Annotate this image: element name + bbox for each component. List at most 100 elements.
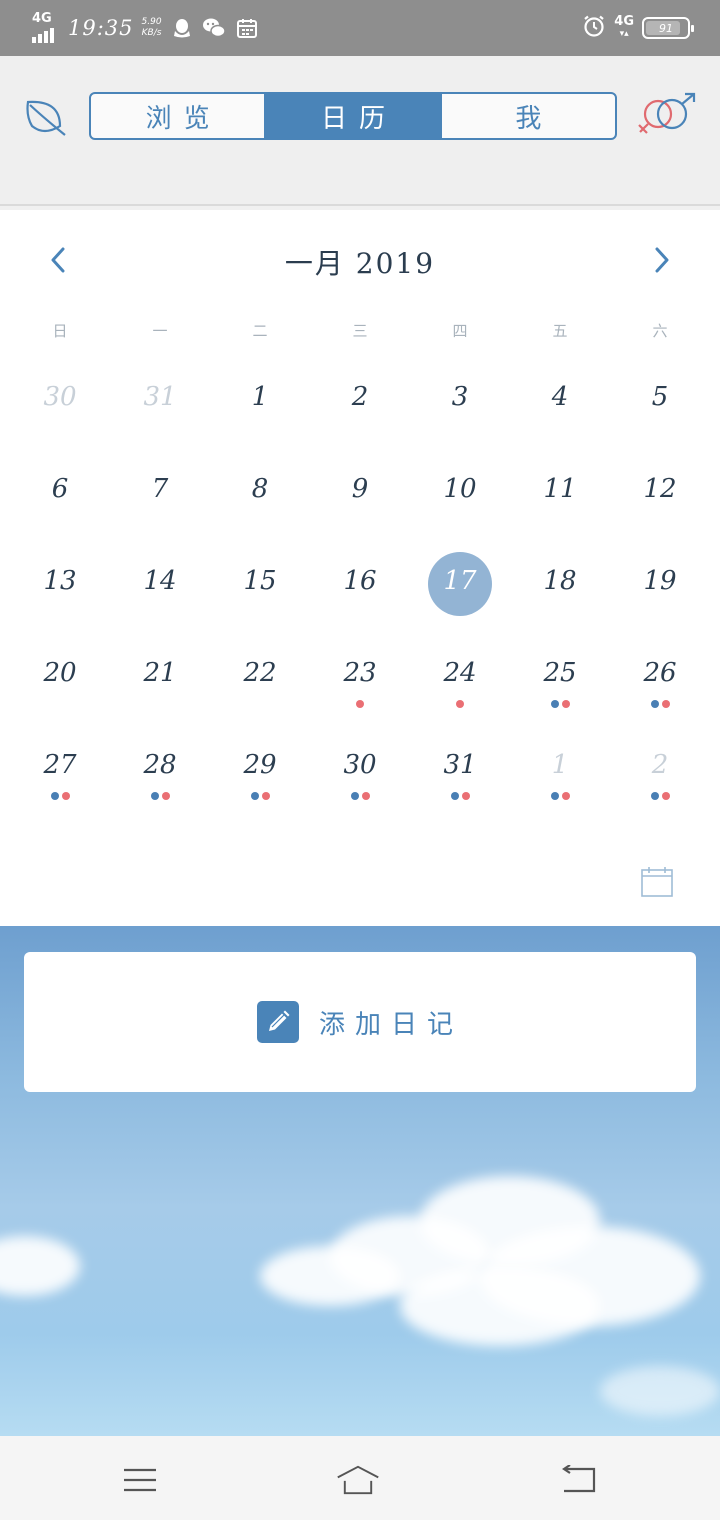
weekday-header: 日 一 二 三 四 五 六 xyxy=(10,320,710,341)
menu-icon xyxy=(124,1468,156,1492)
alarm-icon xyxy=(582,14,606,42)
home-button[interactable] xyxy=(336,1460,380,1500)
calendar-day[interactable]: 4 xyxy=(510,354,610,446)
calendar-day[interactable]: 10 xyxy=(410,446,510,538)
event-markers xyxy=(510,792,610,800)
calendar-week-row: 30 31 1 2 3 4 5 xyxy=(10,354,710,446)
tab-me[interactable]: 我 xyxy=(439,94,615,138)
pencil-icon xyxy=(256,1001,299,1043)
tab-browse[interactable]: 浏览 xyxy=(91,94,264,138)
calendar-day[interactable]: 26 xyxy=(610,630,710,722)
day-number: 12 xyxy=(643,474,677,504)
day-number: 1 xyxy=(251,382,269,412)
calendar-day[interactable]: 24 xyxy=(410,630,510,722)
event-markers xyxy=(310,792,410,800)
tab-calendar[interactable]: 日历 xyxy=(264,94,440,138)
calendar-day[interactable]: 1 xyxy=(210,354,310,446)
calendar-day[interactable]: 16 xyxy=(310,538,410,630)
network-type: 4G xyxy=(32,11,52,26)
menu-button[interactable] xyxy=(118,1460,162,1500)
home-icon xyxy=(337,1465,379,1495)
next-month-button[interactable] xyxy=(642,240,682,280)
calendar-day[interactable]: 14 xyxy=(110,538,210,630)
calendar-day[interactable]: 20 xyxy=(10,630,110,722)
event-markers xyxy=(510,700,610,708)
day-number: 18 xyxy=(543,566,577,596)
calendar-day[interactable]: 12 xyxy=(610,446,710,538)
calendar-day[interactable]: 22 xyxy=(210,630,310,722)
battery-level: 91 xyxy=(659,21,673,35)
calendar-day[interactable]: 27 xyxy=(10,722,110,814)
day-number: 19 xyxy=(643,566,677,596)
network-type-right: 4G ▾▴ xyxy=(614,14,634,39)
day-number: 30 xyxy=(43,382,77,412)
calendar-today-icon[interactable] xyxy=(640,866,674,902)
weekday-label: 六 xyxy=(652,322,668,340)
gender-icon[interactable] xyxy=(636,92,700,144)
day-number: 9 xyxy=(351,474,369,504)
day-number: 25 xyxy=(543,658,577,688)
calendar-day-selected[interactable]: 17 xyxy=(410,538,510,630)
weekday-label: 三 xyxy=(352,322,368,340)
calendar-day[interactable]: 29 xyxy=(210,722,310,814)
calendar-day[interactable]: 31 xyxy=(410,722,510,814)
calendar-day[interactable]: 18 xyxy=(510,538,610,630)
calendar-day[interactable]: 23 xyxy=(310,630,410,722)
day-number: 13 xyxy=(43,566,77,596)
calendar-day[interactable]: 28 xyxy=(110,722,210,814)
calendar-day[interactable]: 2 xyxy=(310,354,410,446)
calendar-day[interactable]: 6 xyxy=(10,446,110,538)
calendar-day[interactable]: 3 xyxy=(410,354,510,446)
wechat-icon xyxy=(202,17,226,39)
weekday-label: 二 xyxy=(252,322,268,340)
day-number: 2 xyxy=(351,382,369,412)
event-markers xyxy=(210,792,310,800)
weekday-label: 日 xyxy=(52,322,68,340)
event-markers xyxy=(310,700,410,708)
calendar-day[interactable]: 9 xyxy=(310,446,410,538)
calendar-day[interactable]: 8 xyxy=(210,446,310,538)
event-dot-red xyxy=(661,792,670,800)
calendar-day[interactable]: 21 xyxy=(110,630,210,722)
calendar-day[interactable]: 19 xyxy=(610,538,710,630)
event-dot-blue xyxy=(350,792,359,800)
back-button[interactable] xyxy=(556,1460,600,1500)
calendar-day[interactable]: 30 xyxy=(310,722,410,814)
event-dot-blue xyxy=(550,792,559,800)
leaf-icon[interactable] xyxy=(24,96,68,144)
calendar-day[interactable]: 13 xyxy=(10,538,110,630)
calendar-day[interactable]: 30 xyxy=(10,354,110,446)
calendar-grid: 30 31 1 2 3 4 5 6 7 8 9 10 11 12 13 14 15 16 17 18 19 20 21 22 2… xyxy=(10,354,710,814)
day-number: 28 xyxy=(143,750,177,780)
event-markers xyxy=(110,792,210,800)
calendar-day[interactable]: 5 xyxy=(610,354,710,446)
calendar-day[interactable]: 2 xyxy=(610,722,710,814)
day-number: 30 xyxy=(343,750,377,780)
event-dot-red xyxy=(561,700,570,708)
event-dot-red xyxy=(356,700,364,708)
weekday-label: 四 xyxy=(452,322,468,340)
prev-month-button[interactable] xyxy=(38,240,78,280)
event-dot-blue xyxy=(150,792,159,800)
event-dot-red xyxy=(261,792,270,800)
month-title: 一月 2019 xyxy=(284,247,436,280)
calendar-week-row: 20 21 22 23 24 25 26 xyxy=(10,630,710,722)
day-number: 6 xyxy=(51,474,69,504)
calendar-day[interactable]: 11 xyxy=(510,446,610,538)
event-markers xyxy=(10,792,110,800)
day-number: 3 xyxy=(451,382,469,412)
calendar-day[interactable]: 25 xyxy=(510,630,610,722)
calendar-day[interactable]: 15 xyxy=(210,538,310,630)
back-icon xyxy=(562,1465,596,1493)
event-dot-red xyxy=(456,700,464,708)
calendar-day[interactable]: 1 xyxy=(510,722,610,814)
calendar-day[interactable]: 7 xyxy=(110,446,210,538)
app-header: 浏览 日历 我 xyxy=(0,56,720,206)
event-dot-blue xyxy=(550,700,559,708)
event-dot-red xyxy=(361,792,370,800)
day-number: 11 xyxy=(543,474,577,504)
add-diary-button[interactable]: 添加日记 xyxy=(24,952,696,1092)
day-number: 31 xyxy=(143,382,177,412)
calendar-day[interactable]: 31 xyxy=(110,354,210,446)
day-number: 8 xyxy=(251,474,269,504)
